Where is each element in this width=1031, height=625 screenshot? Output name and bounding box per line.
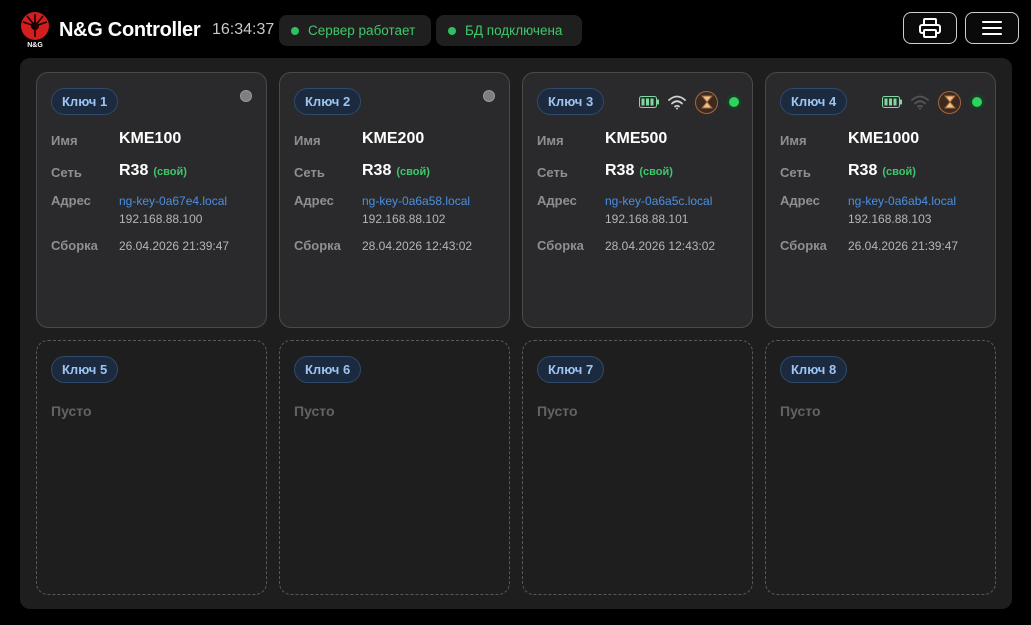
network-label: Сеть [780, 165, 811, 180]
ip-address: 192.168.88.102 [362, 212, 446, 226]
key-badge: Ключ 3 [537, 88, 605, 115]
build-label: Сборка [51, 238, 98, 253]
build-date: 26.04.2026 21:39:47 [119, 239, 230, 253]
key-status-icons [882, 90, 985, 114]
key-name: KME100 [119, 130, 182, 147]
battery-icon [639, 96, 659, 108]
key-card-8-empty[interactable]: Ключ 8 Пусто [765, 340, 996, 595]
empty-slot-text: Пусто [537, 403, 578, 419]
key-card-2[interactable]: Ключ 2 Имя KME200 Сеть R38 (свой) Адрес n… [279, 72, 510, 328]
battery-icon [882, 96, 902, 108]
key-card-3[interactable]: Ключ 3 Имя KME500 Сеть R38 (свой) Адрес … [522, 72, 753, 328]
build-label: Сборка [780, 238, 827, 253]
db-status-dot-icon [448, 26, 456, 35]
network-value: R38 [848, 162, 878, 179]
key-card-6-empty[interactable]: Ключ 6 Пусто [279, 340, 510, 595]
wifi-weak-icon [911, 95, 929, 110]
network-own-label: (свой) [396, 166, 430, 178]
key-network: R38 (свой) [119, 162, 187, 180]
empty-slot-text: Пусто [51, 403, 92, 419]
server-status-text: Сервер работает [308, 23, 416, 38]
network-own-label: (свой) [639, 166, 673, 178]
build-label: Сборка [294, 238, 341, 253]
key-network: R38 (свой) [848, 162, 916, 180]
empty-slot-text: Пусто [294, 403, 335, 419]
key-network: R38 (свой) [605, 162, 673, 180]
host-link[interactable]: ng-key-0a6a5c.local [605, 194, 712, 208]
key-status-icons [639, 90, 742, 114]
key-card-5-empty[interactable]: Ключ 5 Пусто [36, 340, 267, 595]
online-status-icon [726, 94, 742, 110]
host-link[interactable]: ng-key-0a6ab4.local [848, 194, 956, 208]
address-label: Адрес [780, 193, 820, 208]
build-date: 28.04.2026 12:43:02 [362, 239, 473, 253]
address-label: Адрес [537, 193, 577, 208]
hourglass-icon [695, 90, 718, 114]
network-value: R38 [119, 162, 149, 179]
address-label: Адрес [51, 193, 91, 208]
key-network: R38 (свой) [362, 162, 430, 180]
name-label: Имя [780, 133, 807, 148]
hamburger-menu-icon [982, 21, 1002, 35]
network-value: R38 [605, 162, 635, 179]
key-badge: Ключ 8 [780, 356, 848, 383]
key-card-4[interactable]: Ключ 4 Имя KME1000 Сеть R38 (свой) Адрес… [765, 72, 996, 328]
key-badge: Ключ 5 [51, 356, 119, 383]
network-label: Сеть [51, 165, 82, 180]
offline-status-icon [240, 90, 252, 102]
empty-slot-text: Пусто [780, 403, 821, 419]
build-label: Сборка [537, 238, 584, 253]
logo-icon: N&G [21, 12, 49, 49]
db-status-text: БД подключена [465, 23, 563, 38]
wifi-icon [668, 95, 686, 110]
offline-status-icon [483, 90, 495, 102]
key-name: KME1000 [848, 130, 920, 147]
network-label: Сеть [537, 165, 568, 180]
ip-address: 192.168.88.103 [848, 212, 932, 226]
ip-address: 192.168.88.101 [605, 212, 689, 226]
header: N&G N&G Controller 16:34:37 Сервер работ… [0, 0, 1031, 58]
network-own-label: (свой) [882, 166, 916, 178]
key-name: KME500 [605, 130, 668, 147]
menu-button[interactable] [965, 12, 1019, 44]
network-own-label: (свой) [153, 166, 187, 178]
key-badge: Ключ 6 [294, 356, 362, 383]
network-value: R38 [362, 162, 392, 179]
name-label: Имя [51, 133, 78, 148]
clock: 16:34:37 [212, 21, 275, 38]
print-button[interactable] [903, 12, 957, 44]
logo-text: N&G [27, 42, 43, 49]
key-badge: Ключ 7 [537, 356, 605, 383]
name-label: Имя [537, 133, 564, 148]
server-status-dot-icon [291, 26, 299, 35]
app-title: N&G Controller [59, 19, 201, 41]
keys-panel: Ключ 1 Имя KME100 Сеть R38 (свой) Адрес n… [20, 58, 1012, 609]
network-label: Сеть [294, 165, 325, 180]
printer-icon [919, 18, 941, 38]
build-date: 26.04.2026 21:39:47 [848, 239, 959, 253]
key-badge: Ключ 4 [780, 88, 848, 115]
address-label: Адрес [294, 193, 334, 208]
hourglass-icon [938, 90, 961, 114]
host-link[interactable]: ng-key-0a6a58.local [362, 194, 470, 208]
ip-address: 192.168.88.100 [119, 212, 203, 226]
db-status-badge: БД подключена [436, 15, 582, 46]
build-date: 28.04.2026 12:43:02 [605, 239, 716, 253]
key-badge: Ключ 1 [51, 88, 119, 115]
online-status-icon [969, 94, 985, 110]
key-badge: Ключ 2 [294, 88, 362, 115]
server-status-badge: Сервер работает [279, 15, 431, 46]
host-link[interactable]: ng-key-0a67e4.local [119, 194, 227, 208]
name-label: Имя [294, 133, 321, 148]
key-card-7-empty[interactable]: Ключ 7 Пусто [522, 340, 753, 595]
key-card-1[interactable]: Ключ 1 Имя KME100 Сеть R38 (свой) Адрес n… [36, 72, 267, 328]
key-name: KME200 [362, 130, 425, 147]
